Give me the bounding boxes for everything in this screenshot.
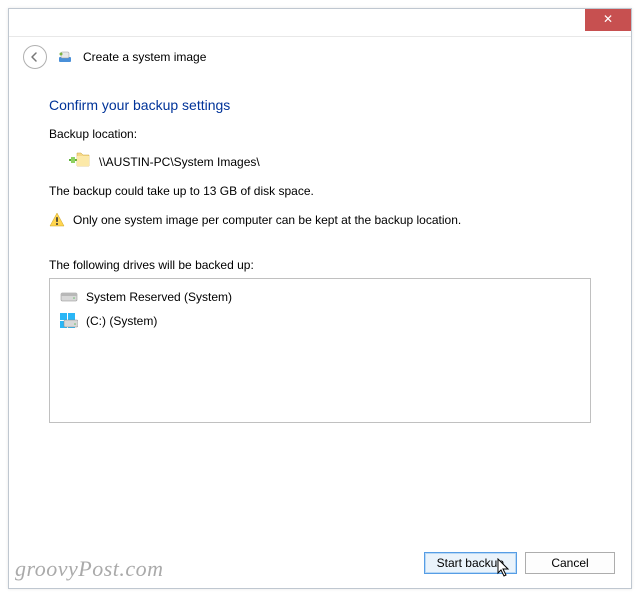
drive-label: (C:) (System) <box>86 314 157 328</box>
header-row: Create a system image <box>9 37 631 79</box>
window-title: Create a system image <box>83 50 206 64</box>
close-button[interactable]: ✕ <box>585 9 631 31</box>
hard-drive-icon <box>60 289 78 305</box>
titlebar: ✕ <box>9 9 631 37</box>
button-row: Start backup Cancel <box>424 552 615 574</box>
space-info-text: The backup could take up to 13 GB of dis… <box>49 184 591 198</box>
backup-location-row: \\AUSTIN-PC\System Images\ <box>49 147 591 176</box>
windows-drive-icon <box>60 313 78 329</box>
network-drive-icon <box>69 151 91 172</box>
back-button[interactable] <box>23 45 47 69</box>
drives-label: The following drives will be backed up: <box>49 258 591 272</box>
drive-label: System Reserved (System) <box>86 290 232 304</box>
warning-text: Only one system image per computer can b… <box>73 213 461 227</box>
start-backup-button[interactable]: Start backup <box>424 552 517 574</box>
list-item: System Reserved (System) <box>58 285 582 309</box>
body-area: Confirm your backup settings Backup loca… <box>9 79 631 423</box>
watermark-text: groovyPost.com <box>15 556 164 582</box>
list-item: (C:) (System) <box>58 309 582 333</box>
cancel-button[interactable]: Cancel <box>525 552 615 574</box>
warning-icon <box>49 212 65 228</box>
drives-listbox: System Reserved (System) (C:) (System) <box>49 278 591 423</box>
warning-row: Only one system image per computer can b… <box>49 212 591 228</box>
close-icon: ✕ <box>603 12 613 26</box>
back-arrow-icon <box>29 51 41 63</box>
backup-location-label: Backup location: <box>49 127 591 141</box>
dialog-window: ✕ Create a system image Confirm your bac… <box>8 8 632 589</box>
backup-location-path: \\AUSTIN-PC\System Images\ <box>99 155 260 169</box>
page-heading: Confirm your backup settings <box>49 97 591 113</box>
wizard-icon <box>57 49 73 65</box>
